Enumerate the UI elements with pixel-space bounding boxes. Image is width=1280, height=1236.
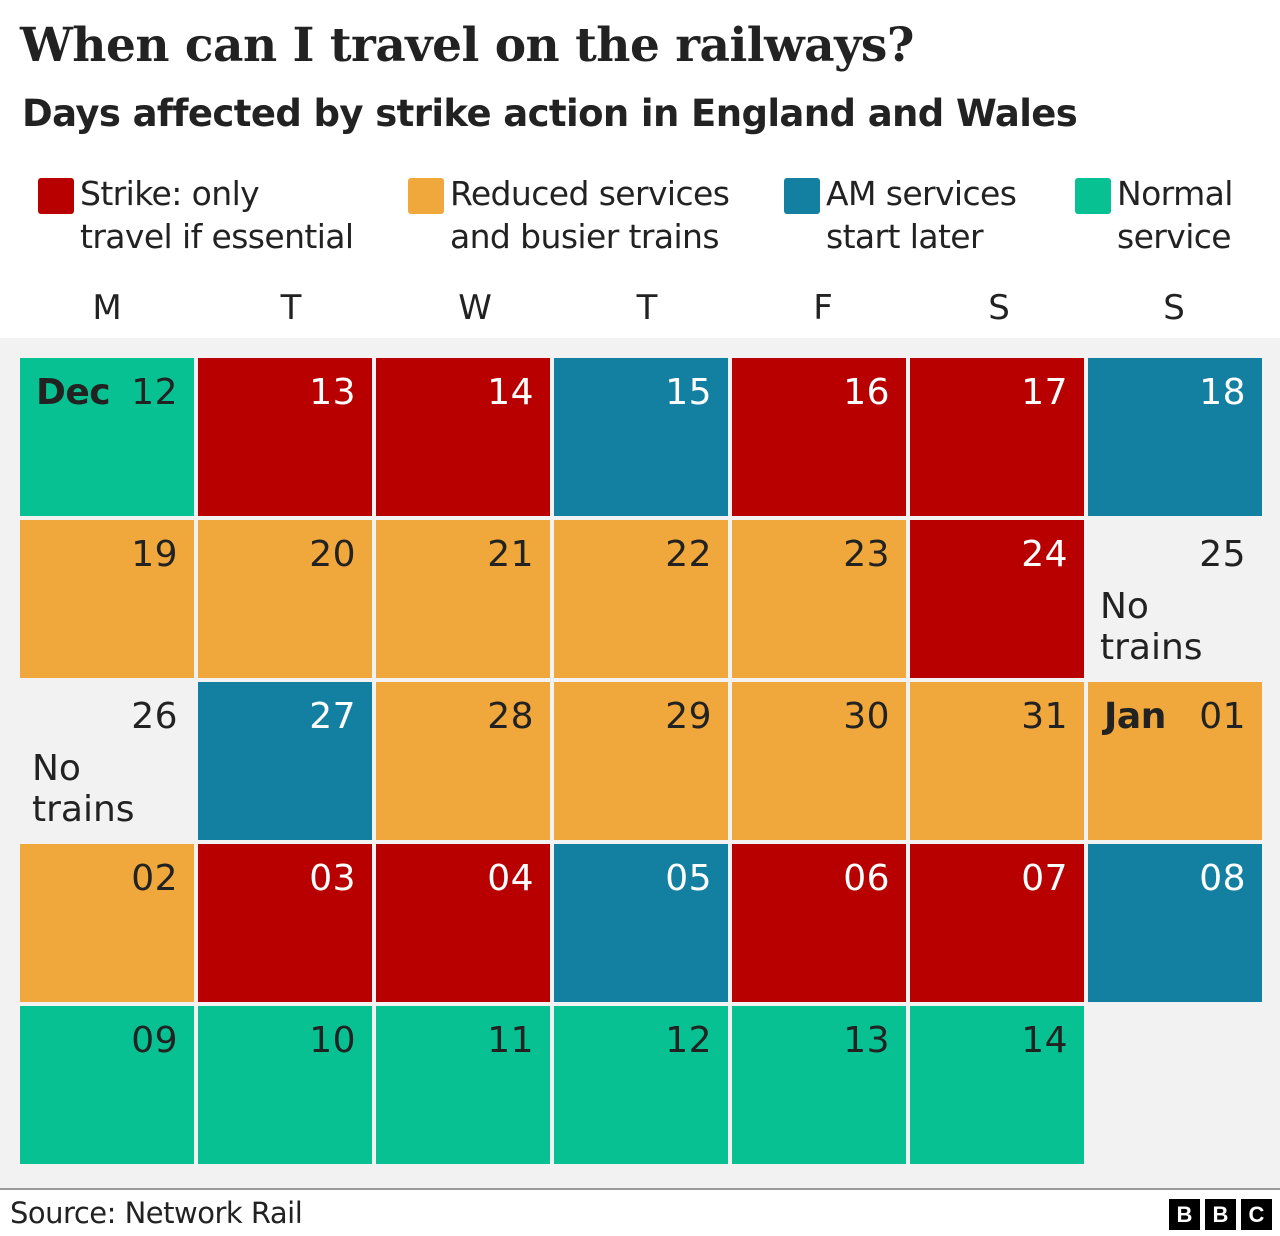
calendar-cell-reduced: 21 xyxy=(376,520,550,678)
day-number: 13 xyxy=(843,1020,890,1061)
day-number: 09 xyxy=(131,1020,178,1061)
day-number: 12 xyxy=(131,372,178,413)
calendar-cell-am-later: 05 xyxy=(554,844,728,1002)
calendar-cell-reduced: 19 xyxy=(20,520,194,678)
legend-item-reduced: Reduced services and busier trains xyxy=(408,174,730,258)
calendar-cell-normal: 12 xyxy=(554,1006,728,1164)
month-label: Dec xyxy=(36,372,111,413)
calendar-cell-normal: 13 xyxy=(732,1006,906,1164)
legend-label-am-later: AM services start later xyxy=(826,174,1017,256)
weekday-label: S xyxy=(988,288,1010,328)
legend-swatch-am-later xyxy=(784,178,820,214)
day-number: 18 xyxy=(1199,372,1246,413)
day-number: 24 xyxy=(1021,534,1068,575)
calendar-cell-strike: 04 xyxy=(376,844,550,1002)
calendar-cell-strike: 03 xyxy=(198,844,372,1002)
chart-title: When can I travel on the railways? xyxy=(20,18,914,73)
day-number: 14 xyxy=(487,372,534,413)
calendar-cell-reduced: 29 xyxy=(554,682,728,840)
calendar-cell-am-later: 27 xyxy=(198,682,372,840)
weekday-label: M xyxy=(92,288,122,328)
day-number: 27 xyxy=(309,696,356,737)
footer-divider xyxy=(0,1188,1280,1190)
calendar-cell-reduced: 23 xyxy=(732,520,906,678)
legend-item-strike: Strike: only travel if essential xyxy=(38,174,354,258)
calendar-cell-strike: 24 xyxy=(910,520,1084,678)
calendar-cell-normal: Dec 12 xyxy=(20,358,194,516)
calendar-cell-reduced: 31 xyxy=(910,682,1084,840)
day-number: 14 xyxy=(1021,1020,1068,1061)
calendar-cell-reduced: 02 xyxy=(20,844,194,1002)
day-number: 05 xyxy=(665,858,712,899)
weekday-label: S xyxy=(1163,288,1185,328)
calendar-cell-strike: 17 xyxy=(910,358,1084,516)
day-number: 01 xyxy=(1199,696,1246,737)
legend-label-reduced: Reduced services and busier trains xyxy=(450,174,730,256)
bbc-logo-letter: B xyxy=(1205,1199,1236,1230)
legend-swatch-reduced xyxy=(408,178,444,214)
calendar-cell-reduced: 20 xyxy=(198,520,372,678)
weekday-label: T xyxy=(280,288,302,328)
day-number: 15 xyxy=(665,372,712,413)
legend-item-am-later: AM services start later xyxy=(784,174,1017,258)
day-number: 02 xyxy=(131,858,178,899)
day-number: 17 xyxy=(1021,372,1068,413)
calendar-cell-strike: 06 xyxy=(732,844,906,1002)
bbc-logo: B B C xyxy=(1169,1199,1272,1230)
day-number: 23 xyxy=(843,534,890,575)
chart-subtitle: Days affected by strike action in Englan… xyxy=(22,92,1078,135)
no-trains-note: No trains xyxy=(1100,586,1203,668)
day-number: 19 xyxy=(131,534,178,575)
day-number: 25 xyxy=(1199,534,1246,575)
weekday-label: F xyxy=(813,288,833,328)
day-number: 20 xyxy=(309,534,356,575)
calendar-cell-reduced: 30 xyxy=(732,682,906,840)
legend-swatch-normal xyxy=(1075,178,1111,214)
day-number: 07 xyxy=(1021,858,1068,899)
bbc-logo-letter: C xyxy=(1241,1199,1272,1230)
calendar-cell-reduced: 22 xyxy=(554,520,728,678)
day-number: 06 xyxy=(843,858,890,899)
day-number: 30 xyxy=(843,696,890,737)
calendar-cell-am-later: 15 xyxy=(554,358,728,516)
bbc-logo-letter: B xyxy=(1169,1199,1200,1230)
legend-label-strike: Strike: only travel if essential xyxy=(80,174,354,256)
legend-swatch-strike xyxy=(38,178,74,214)
calendar-cell-normal: 11 xyxy=(376,1006,550,1164)
calendar-cell-am-later: 08 xyxy=(1088,844,1262,1002)
day-number: 11 xyxy=(487,1020,534,1061)
weekday-label: W xyxy=(458,288,492,328)
day-number: 16 xyxy=(843,372,890,413)
calendar-cell-normal: 14 xyxy=(910,1006,1084,1164)
calendar-cell-strike: 07 xyxy=(910,844,1084,1002)
calendar-cell-normal: 10 xyxy=(198,1006,372,1164)
day-number: 29 xyxy=(665,696,712,737)
day-number: 21 xyxy=(487,534,534,575)
day-number: 26 xyxy=(131,696,178,737)
day-number: 13 xyxy=(309,372,356,413)
day-number: 31 xyxy=(1021,696,1068,737)
no-trains-note: No trains xyxy=(32,748,135,830)
source-note: Source: Network Rail xyxy=(10,1196,303,1230)
day-number: 28 xyxy=(487,696,534,737)
calendar-cell-strike: 16 xyxy=(732,358,906,516)
calendar-cell-no-trains: 26 No trains xyxy=(20,682,194,840)
day-number: 12 xyxy=(665,1020,712,1061)
day-number: 04 xyxy=(487,858,534,899)
calendar-cell-reduced: Jan 01 xyxy=(1088,682,1262,840)
month-label: Jan xyxy=(1104,696,1166,737)
calendar-cell-reduced: 28 xyxy=(376,682,550,840)
calendar-cell-normal: 09 xyxy=(20,1006,194,1164)
legend-item-normal: Normal service xyxy=(1075,174,1233,258)
calendar-cell-no-trains: 25 No trains xyxy=(1088,520,1262,678)
day-number: 08 xyxy=(1199,858,1246,899)
calendar-cell-strike: 13 xyxy=(198,358,372,516)
calendar-cell-strike: 14 xyxy=(376,358,550,516)
day-number: 10 xyxy=(309,1020,356,1061)
day-number: 22 xyxy=(665,534,712,575)
calendar-cell-am-later: 18 xyxy=(1088,358,1262,516)
legend-label-normal: Normal service xyxy=(1117,174,1233,256)
weekday-label: T xyxy=(636,288,658,328)
day-number: 03 xyxy=(309,858,356,899)
